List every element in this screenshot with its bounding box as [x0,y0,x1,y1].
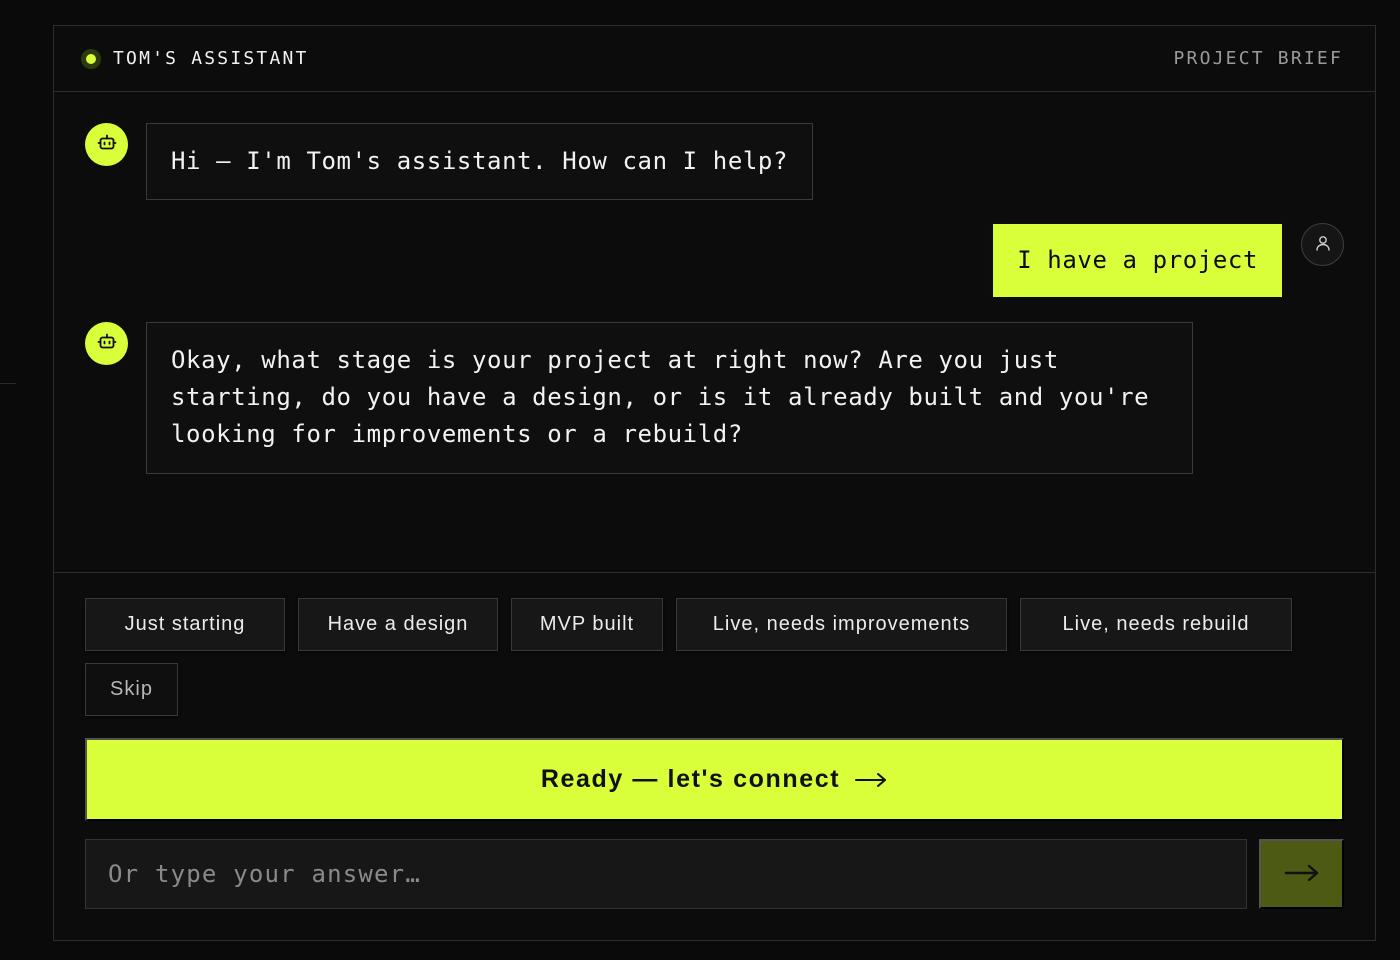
bot-avatar [85,123,128,166]
answer-input[interactable] [85,839,1247,909]
cta-label: Ready — let's connect [540,765,841,793]
chat-panel: TOM'S ASSISTANT PROJECT BRIEF Hi — I'm T… [53,25,1376,941]
status-dot-icon [81,49,101,69]
project-brief-label: PROJECT BRIEF [1173,48,1343,69]
bot-avatar [85,322,128,365]
quick-reply-have-a-design[interactable]: Have a design [298,598,498,651]
bot-message: Hi — I'm Tom's assistant. How can I help… [146,123,814,200]
chat-header: TOM'S ASSISTANT PROJECT BRIEF [54,26,1375,92]
quick-reply-live-needs-improvements[interactable]: Live, needs improvements [676,598,1007,651]
composer-divider [54,572,1375,573]
bot-message: Okay, what stage is your project at righ… [146,322,1193,474]
user-avatar [1301,223,1344,266]
quick-reply-live-needs-rebuild[interactable]: Live, needs rebuild [1020,598,1292,651]
user-message: I have a project [993,224,1282,297]
send-button[interactable] [1259,839,1344,909]
robot-icon [97,332,117,356]
arrow-right-icon [1284,864,1320,885]
user-icon [1314,234,1332,256]
page-edge-divider [0,383,16,384]
arrow-right-icon [854,772,888,788]
assistant-title: TOM'S ASSISTANT [113,48,309,69]
quick-reply-skip[interactable]: Skip [85,663,178,716]
ready-connect-button[interactable]: Ready — let's connect [85,738,1344,821]
quick-reply-mvp-built[interactable]: MVP built [511,598,663,651]
quick-reply-just-starting[interactable]: Just starting [85,598,285,651]
robot-icon [97,133,117,157]
